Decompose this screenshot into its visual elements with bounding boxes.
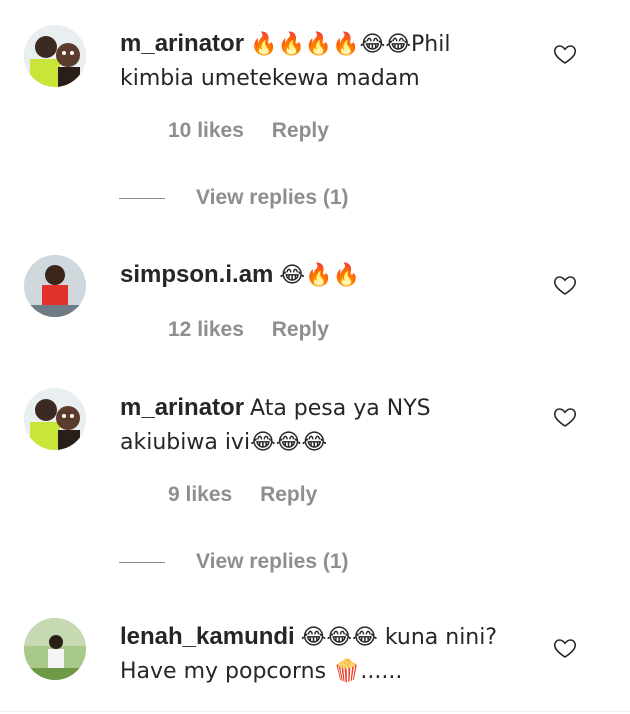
likes-count[interactable]: 9 likes bbox=[168, 483, 232, 506]
divider-line bbox=[119, 561, 165, 563]
comment-body: simpson.i.am 😂🔥🔥 bbox=[120, 258, 520, 292]
avatar[interactable] bbox=[24, 618, 86, 680]
likes-count[interactable]: 12 likes bbox=[168, 318, 244, 341]
bottom-divider bbox=[0, 711, 630, 712]
view-replies-label[interactable]: View replies (1) bbox=[196, 186, 349, 210]
avatar[interactable] bbox=[24, 388, 86, 450]
comment-meta: 10 likes Reply bbox=[168, 119, 351, 143]
view-replies-button[interactable]: View replies (1) bbox=[119, 183, 349, 213]
reply-button[interactable]: Reply bbox=[272, 119, 329, 142]
comment-meta: 12 likes Reply bbox=[168, 318, 351, 342]
comment-meta: 9 likes Reply bbox=[168, 483, 339, 507]
comment-username[interactable]: m_arinator bbox=[120, 394, 244, 421]
comment-text: 😂🔥🔥 bbox=[279, 263, 360, 288]
like-heart-icon[interactable] bbox=[553, 42, 577, 66]
like-heart-icon[interactable] bbox=[553, 636, 577, 660]
like-heart-icon[interactable] bbox=[553, 405, 577, 429]
view-replies-button[interactable]: View replies (1) bbox=[119, 547, 349, 577]
comment-username[interactable]: lenah_kamundi bbox=[120, 623, 295, 650]
avatar[interactable] bbox=[24, 255, 86, 317]
comment-body: m_arinator 🔥🔥🔥🔥😂😂Phil kimbia umetekewa ma… bbox=[120, 27, 520, 95]
reply-button[interactable]: Reply bbox=[272, 318, 329, 341]
divider-line bbox=[119, 197, 165, 199]
comment-body: lenah_kamundi 😂😂😂 kuna nini? Have my popc… bbox=[120, 620, 520, 688]
comment-username[interactable]: m_arinator bbox=[120, 30, 244, 57]
like-heart-icon[interactable] bbox=[553, 273, 577, 297]
avatar[interactable] bbox=[24, 25, 86, 87]
likes-count[interactable]: 10 likes bbox=[168, 119, 244, 142]
comment-body: m_arinator Ata pesa ya NYS akiubiwa ivi😂😂… bbox=[120, 391, 520, 459]
reply-button[interactable]: Reply bbox=[260, 483, 317, 506]
comment-username[interactable]: simpson.i.am bbox=[120, 261, 273, 288]
view-replies-label[interactable]: View replies (1) bbox=[196, 550, 349, 574]
